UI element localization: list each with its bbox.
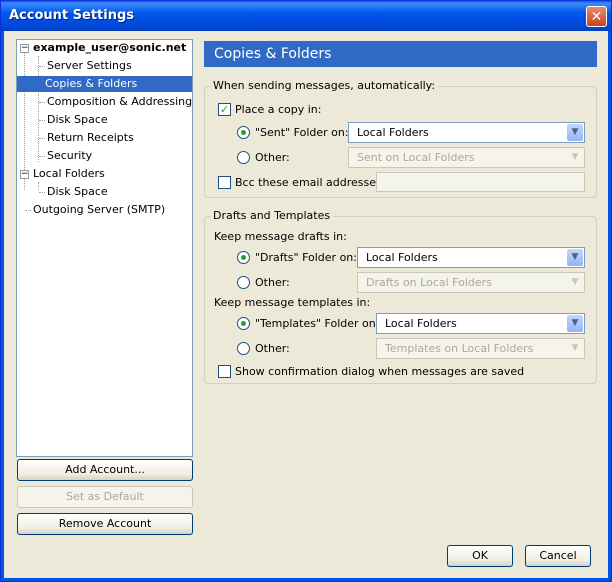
account-settings-window: Account Settings ✕ − example_user@sonic.… — [0, 0, 612, 582]
templates-other-select[interactable]: Templates on Local Folders ▼ — [376, 338, 585, 359]
templates-other-label: Other: — [255, 342, 290, 355]
drafts-folder-select[interactable]: Local Folders ▼ — [357, 247, 585, 268]
account-tree[interactable]: − example_user@sonic.net Server Settings… — [16, 39, 193, 457]
tree-item-composition-addressing[interactable]: Composition & Addressing — [45, 94, 194, 110]
bcc-label: Bcc these email addresses: — [235, 176, 386, 189]
sent-folder-select[interactable]: Local Folders ▼ — [348, 122, 585, 143]
tree-local-folders[interactable]: Local Folders — [31, 166, 107, 182]
sending-legend: When sending messages, automatically: — [210, 79, 439, 93]
templates-folder-label: "Templates" Folder on: — [255, 317, 380, 330]
tree-outgoing-server[interactable]: Outgoing Server (SMTP) — [31, 202, 167, 218]
sent-folder-label: "Sent" Folder on: — [255, 126, 349, 139]
bcc-checkbox[interactable] — [218, 176, 231, 189]
collapse-icon[interactable]: − — [20, 44, 29, 53]
drafts-folder-radio[interactable] — [237, 251, 250, 264]
place-copy-checkbox[interactable]: ✓ — [218, 103, 231, 116]
title-bar[interactable]: Account Settings ✕ — [1, 1, 611, 31]
templates-folder-value: Local Folders — [385, 317, 457, 330]
sent-other-value: Sent on Local Folders — [357, 151, 475, 164]
chevron-down-icon[interactable]: ▼ — [567, 340, 583, 357]
bcc-input[interactable] — [376, 172, 585, 192]
add-account-label: Add Account... — [65, 463, 145, 476]
collapse-icon[interactable]: − — [20, 170, 29, 179]
set-default-button[interactable]: Set as Default — [17, 486, 193, 508]
radio-selected-dot — [241, 130, 246, 135]
add-account-button[interactable]: Add Account... — [17, 459, 193, 481]
remove-account-button[interactable]: Remove Account — [17, 513, 193, 535]
tree-item-disk-space[interactable]: Disk Space — [45, 112, 110, 128]
show-confirmation-label: Show confirmation dialog when messages a… — [235, 365, 525, 378]
drafts-other-select[interactable]: Drafts on Local Folders ▼ — [357, 272, 585, 293]
tree-line — [24, 52, 25, 176]
cancel-label: Cancel — [539, 549, 577, 562]
templates-other-radio[interactable] — [237, 342, 250, 355]
radio-selected-dot — [241, 321, 246, 326]
cancel-button[interactable]: Cancel — [525, 545, 591, 567]
tree-account-root[interactable]: example_user@sonic.net — [31, 40, 188, 56]
ok-label: OK — [472, 549, 488, 562]
chevron-down-icon[interactable]: ▼ — [567, 315, 583, 332]
tree-item-copies-folders[interactable]: Copies & Folders — [17, 76, 192, 92]
templates-other-value: Templates on Local Folders — [385, 342, 534, 355]
ok-button[interactable]: OK — [447, 545, 513, 567]
sent-other-radio[interactable] — [237, 151, 250, 164]
page-title: Copies & Folders — [204, 41, 597, 67]
sent-folder-value: Local Folders — [357, 126, 429, 139]
keep-drafts-label: Keep message drafts in: — [214, 230, 347, 243]
set-default-label: Set as Default — [66, 490, 144, 503]
tree-item-local-disk-space[interactable]: Disk Space — [45, 184, 110, 200]
close-icon[interactable]: ✕ — [586, 6, 607, 27]
tree-item-server-settings[interactable]: Server Settings — [45, 58, 134, 74]
radio-selected-dot — [241, 255, 246, 260]
chevron-down-icon[interactable]: ▼ — [567, 249, 583, 266]
drafts-folder-label: "Drafts" Folder on: — [255, 251, 357, 264]
tree-item-security[interactable]: Security — [45, 148, 94, 164]
chevron-down-icon[interactable]: ▼ — [567, 149, 583, 166]
tree-line — [38, 56, 39, 162]
drafts-other-value: Drafts on Local Folders — [366, 276, 492, 289]
drafts-folder-value: Local Folders — [366, 251, 438, 264]
remove-account-label: Remove Account — [58, 517, 152, 530]
drafts-other-radio[interactable] — [237, 276, 250, 289]
tree-line — [38, 182, 39, 190]
drafts-other-label: Other: — [255, 276, 290, 289]
sent-other-select[interactable]: Sent on Local Folders ▼ — [348, 147, 585, 168]
sent-other-label: Other: — [255, 151, 290, 164]
drafts-legend: Drafts and Templates — [210, 209, 334, 223]
window-title: Account Settings — [9, 8, 135, 23]
place-copy-label: Place a copy in: — [235, 103, 322, 116]
tree-item-return-receipts[interactable]: Return Receipts — [45, 130, 136, 146]
sent-folder-radio[interactable] — [237, 126, 250, 139]
templates-folder-select[interactable]: Local Folders ▼ — [376, 313, 585, 334]
tree-line — [24, 178, 25, 190]
show-confirmation-checkbox[interactable] — [218, 365, 231, 378]
chevron-down-icon[interactable]: ▼ — [567, 124, 583, 141]
dialog-body: − example_user@sonic.net Server Settings… — [4, 31, 608, 578]
chevron-down-icon[interactable]: ▼ — [567, 274, 583, 291]
templates-folder-radio[interactable] — [237, 317, 250, 330]
keep-templates-label: Keep message templates in: — [214, 296, 371, 309]
